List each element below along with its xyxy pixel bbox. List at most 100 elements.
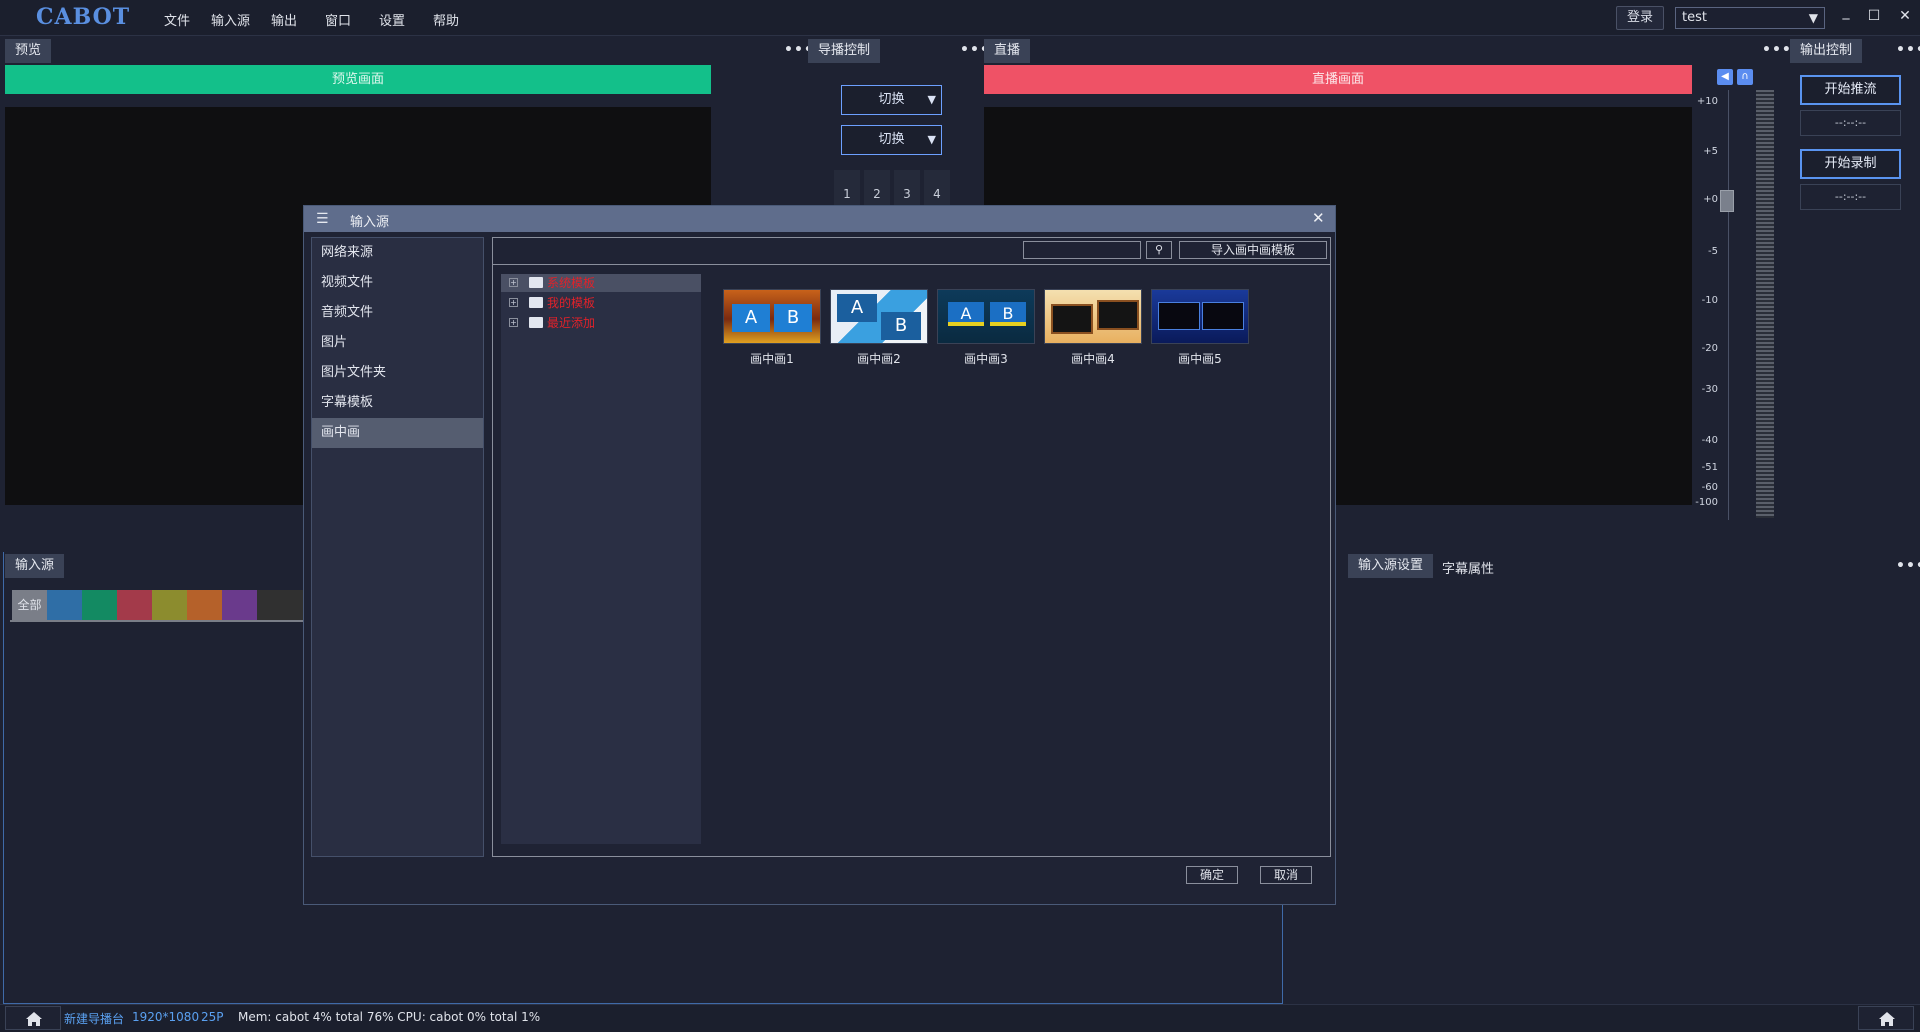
maximize-button[interactable]: ☐ — [1864, 8, 1884, 24]
tree-item-mine[interactable]: + 我的模板 — [501, 294, 701, 312]
expand-icon[interactable]: + — [509, 318, 518, 327]
stream-timer: --:--:-- — [1800, 110, 1901, 136]
category-network[interactable]: 网络来源 — [312, 238, 483, 268]
expand-icon[interactable]: + — [509, 298, 518, 307]
tab-live[interactable]: 直播 — [984, 39, 1031, 63]
menu-input-source[interactable]: 输入源 — [211, 10, 250, 29]
color-filter-blue[interactable] — [47, 590, 82, 620]
color-filter-red[interactable] — [117, 590, 152, 620]
tab-output-control[interactable]: 输出控制 — [1790, 39, 1863, 63]
category-subtitle-template[interactable]: 字幕模板 — [312, 388, 483, 418]
switch-select-2[interactable]: 切换 ▼ — [841, 125, 942, 155]
home-icon — [26, 1012, 42, 1026]
tab-preview[interactable]: 预览 — [5, 39, 52, 63]
tree-item-system[interactable]: + 系统模板 — [501, 274, 701, 292]
tree-item-recent[interactable]: + 最近添加 — [501, 314, 701, 332]
category-list: 网络来源 视频文件 音频文件 图片 图片文件夹 字幕模板 画中画 — [311, 237, 484, 857]
category-image[interactable]: 图片 — [312, 328, 483, 358]
category-image-folder[interactable]: 图片文件夹 — [312, 358, 483, 388]
template-thumb-1[interactable]: A B — [723, 289, 821, 344]
color-filter-dark[interactable] — [257, 590, 307, 620]
dialog-title: 输入源 — [350, 215, 390, 230]
preview-bar: 预览画面 — [5, 65, 711, 94]
dialog-close-icon[interactable]: ✕ — [1312, 209, 1325, 227]
tree-item-label: 最近添加 — [547, 316, 596, 330]
template-thumb-5[interactable] — [1151, 289, 1249, 344]
channel-4-button[interactable]: 4 — [924, 170, 950, 206]
login-button[interactable]: 登录 — [1616, 6, 1664, 30]
color-filter-green[interactable] — [82, 590, 117, 620]
home-button[interactable] — [5, 1006, 61, 1030]
template-thumb-2[interactable]: A B — [830, 289, 928, 344]
thumb-box-b — [1202, 302, 1244, 330]
meter-label: -100 — [1695, 497, 1718, 508]
system-stats: Mem: cabot 4% total 76% CPU: cabot 0% to… — [238, 1010, 541, 1024]
template-label-3: 画中画3 — [964, 352, 1008, 366]
home-icon — [1879, 1012, 1895, 1026]
menu-file[interactable]: 文件 — [164, 10, 190, 29]
minimize-button[interactable]: _ — [1836, 4, 1856, 20]
menu-settings[interactable]: 设置 — [379, 10, 405, 29]
thumb-box-b — [1097, 300, 1139, 330]
channel-1-button[interactable]: 1 — [834, 170, 860, 206]
thumb-box-a: A — [837, 294, 877, 322]
close-window-button[interactable]: ✕ — [1895, 8, 1915, 24]
category-pip[interactable]: 画中画 — [312, 418, 483, 448]
tab-director-control[interactable]: 导播控制 — [808, 39, 881, 63]
filter-underline — [10, 620, 307, 622]
thumb-box-a — [1158, 302, 1200, 330]
headphone-icon[interactable]: ∩ — [1737, 69, 1753, 85]
volume-slider-handle[interactable] — [1720, 190, 1734, 212]
template-label-5: 画中画5 — [1178, 352, 1222, 366]
home-button-right[interactable] — [1858, 1006, 1914, 1030]
speaker-icon[interactable]: ◀ — [1717, 69, 1733, 85]
category-audio-file[interactable]: 音频文件 — [312, 298, 483, 328]
ok-button[interactable]: 确定 — [1186, 866, 1238, 884]
output-more-icon[interactable]: ••• — [1896, 42, 1920, 58]
tab-subtitle-properties[interactable]: 字幕属性 — [1442, 558, 1494, 577]
search-input[interactable] — [1023, 241, 1141, 259]
template-thumb-3[interactable]: A B — [937, 289, 1035, 344]
template-label-4: 画中画4 — [1071, 352, 1115, 366]
switch-select-1[interactable]: 切换 ▼ — [841, 85, 942, 115]
template-thumb-4[interactable] — [1044, 289, 1142, 344]
search-icon[interactable]: ⚲ — [1146, 241, 1172, 259]
meter-scale: +10 +5 +0 -5 -10 -20 -30 -40 -51 -60 -10… — [1688, 92, 1718, 512]
cancel-button[interactable]: 取消 — [1260, 866, 1312, 884]
channel-2-button[interactable]: 2 — [864, 170, 890, 206]
chevron-down-icon: ▼ — [1808, 11, 1818, 25]
menu-output[interactable]: 输出 — [271, 10, 297, 29]
channel-3-button[interactable]: 3 — [894, 170, 920, 206]
hamburger-icon[interactable]: ☰ — [316, 211, 329, 227]
thumb-box-b: B — [881, 312, 921, 340]
color-filter-purple[interactable] — [222, 590, 257, 620]
menu-window[interactable]: 窗口 — [325, 10, 351, 29]
tab-input-source[interactable]: 输入源 — [5, 554, 65, 578]
template-label-2: 画中画2 — [857, 352, 901, 366]
thumb-box-a: A — [732, 304, 770, 332]
category-video-file[interactable]: 视频文件 — [312, 268, 483, 298]
user-select[interactable]: test ▼ — [1675, 7, 1825, 29]
color-filter-olive[interactable] — [152, 590, 187, 620]
live-more-icon[interactable]: ••• — [1762, 42, 1792, 58]
app-logo: CABOT — [36, 4, 131, 30]
start-record-button[interactable]: 开始录制 — [1800, 149, 1901, 179]
tree-item-label: 我的模板 — [547, 296, 596, 310]
menu-help[interactable]: 帮助 — [433, 10, 459, 29]
template-browser: ⚲ 导入画中画模板 + 系统模板 + 我的模板 + 最近添加 A B 画中画1 A B… — [492, 237, 1331, 857]
switch-select-2-value: 切换 — [878, 132, 905, 147]
user-select-value: test — [1682, 10, 1707, 25]
folder-icon — [529, 297, 543, 308]
start-stream-button[interactable]: 开始推流 — [1800, 75, 1901, 105]
meter-label: +0 — [1703, 194, 1718, 205]
volume-slider-track[interactable] — [1728, 90, 1729, 520]
settings-more-icon[interactable]: ••• — [1896, 558, 1920, 574]
filter-all-button[interactable]: 全部 — [12, 590, 47, 620]
import-template-button[interactable]: 导入画中画模板 — [1179, 241, 1327, 259]
meter-label: -60 — [1701, 482, 1718, 493]
tab-input-source-settings[interactable]: 输入源设置 — [1348, 554, 1434, 578]
meter-label: -5 — [1708, 246, 1718, 257]
color-filter-orange[interactable] — [187, 590, 222, 620]
meter-label: -30 — [1701, 384, 1718, 395]
expand-icon[interactable]: + — [509, 278, 518, 287]
